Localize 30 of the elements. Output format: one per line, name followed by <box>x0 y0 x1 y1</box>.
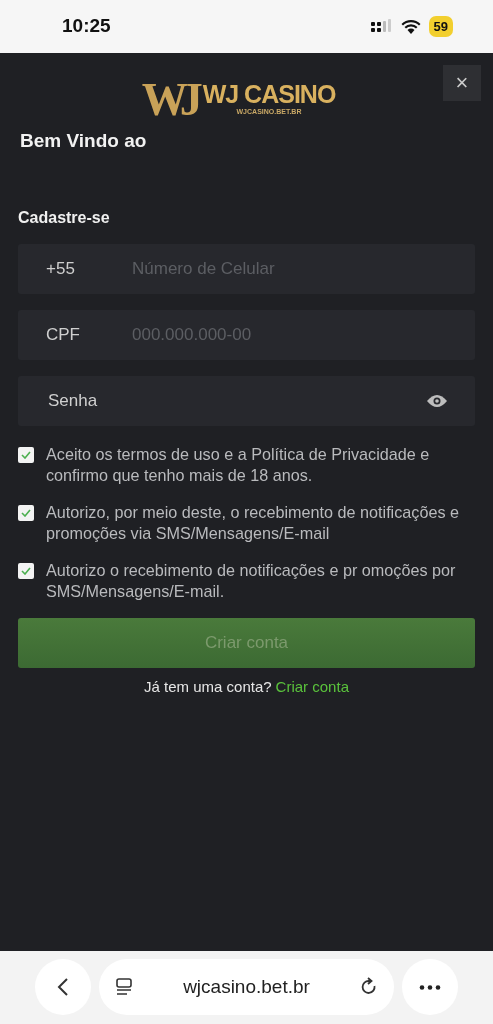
checkmark-icon <box>21 508 31 517</box>
checkbox[interactable] <box>18 446 34 463</box>
reload-icon[interactable] <box>360 977 378 997</box>
consent-text: Autorizo, por meio deste, o recebimento de notificações e promoções via SMS/Mensagens/E-mail <box>46 501 460 544</box>
checkmark-icon <box>21 450 31 459</box>
url-text: wjcasino.bet.br <box>183 974 310 999</box>
welcome-title: Bem Vindo ao <box>20 129 148 153</box>
field-prefix: CPF <box>46 323 81 346</box>
checkbox[interactable] <box>18 562 34 579</box>
consent-text: Autorizo o recebimento de notificações e pr omoções por SMS/Mensagens/E-mail. <box>46 559 457 602</box>
form-title: Cadastre-se <box>18 207 111 228</box>
more-icon <box>419 984 441 990</box>
create-account-link[interactable]: Criar conta <box>275 675 349 698</box>
page-icon[interactable] <box>115 978 133 996</box>
consent-text: Aceito os termos de uso e a Política de Privacidade e confirmo que tenho mais de 18 anos. <box>46 443 431 486</box>
close-button[interactable]: × <box>443 65 481 101</box>
battery-level: 59 <box>428 15 453 38</box>
input-field[interactable]: Senha <box>18 375 475 426</box>
checkmark-icon <box>21 566 31 575</box>
logo-text: WJ CASINO <box>202 82 336 108</box>
text-input[interactable]: Senha <box>46 386 427 415</box>
address-bar[interactable]: wjcasino.bet.br <box>99 959 394 1015</box>
field-prefix: +55 <box>46 257 76 280</box>
status-time: 10:25 <box>62 14 111 39</box>
login-prompt: Já tem uma conta? <box>144 676 272 697</box>
logo-monogram: WJ <box>141 77 195 123</box>
signal-icon <box>370 18 393 35</box>
wifi-icon <box>400 19 421 34</box>
checkbox[interactable] <box>18 504 34 521</box>
eye-icon[interactable] <box>427 393 447 408</box>
